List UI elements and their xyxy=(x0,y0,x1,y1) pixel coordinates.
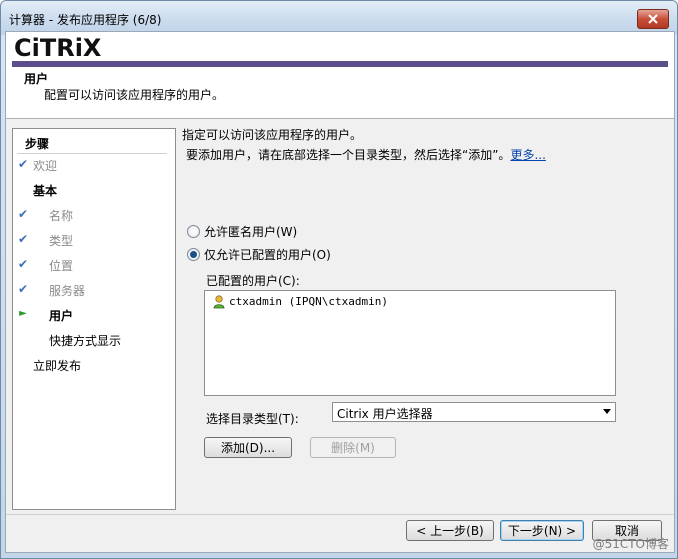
check-icon: ✔ xyxy=(17,157,29,171)
directory-type-label: 选择目录类型(T): xyxy=(206,412,299,426)
user-icon xyxy=(213,295,225,309)
delete-button[interactable]: 删除(M) xyxy=(310,437,396,458)
step-users: 用户 xyxy=(49,309,74,323)
steps-panel: 步骤 ✔ 欢迎 基本 ✔ 名称 ✔ 类型 ✔ 位置 ✔ 服务器 ► 用户 快捷方… xyxy=(12,128,176,510)
list-item[interactable]: ctxadmin (IPQN\ctxadmin) xyxy=(229,295,388,308)
page-title: 用户 xyxy=(24,72,49,86)
step-welcome: 欢迎 xyxy=(33,159,58,173)
watermark: @51CTO博客 xyxy=(592,537,669,551)
check-icon: ✔ xyxy=(17,282,29,296)
chevron-down-icon xyxy=(603,409,611,414)
instruction-text-2: 要添加用户，请在底部选择一个目录类型，然后选择“添加”。更多... xyxy=(186,146,546,163)
allow-anonymous-label[interactable]: 允许匿名用户(W) xyxy=(204,223,297,240)
close-icon xyxy=(648,14,658,24)
title-bar: 计算器 - 发布应用程序 (6/8) xyxy=(1,1,677,35)
allow-anonymous-radio[interactable] xyxy=(187,225,200,238)
wizard-client-area: CiTRiX 用户 配置可以访问该应用程序的用户。 步骤 ✔ 欢迎 基本 ✔ 名… xyxy=(5,31,675,553)
citrix-logo: CiTRiX xyxy=(14,34,102,62)
back-button[interactable]: < 上一步(B) xyxy=(406,520,494,541)
wizard-header: CiTRiX 用户 配置可以访问该应用程序的用户。 xyxy=(6,32,674,119)
configured-users-radio[interactable] xyxy=(187,248,200,261)
check-icon: ✔ xyxy=(17,232,29,246)
more-link[interactable]: 更多... xyxy=(510,148,545,162)
step-shortcut-display: 快捷方式显示 xyxy=(49,334,122,348)
instruction-line: 要添加用户，请在底部选择一个目录类型，然后选择“添加”。 xyxy=(186,148,511,162)
instruction-text: 指定可以访问该应用程序的用户。 xyxy=(182,128,363,142)
current-step-arrow-icon: ► xyxy=(19,308,27,319)
close-button[interactable] xyxy=(637,9,669,29)
check-icon: ✔ xyxy=(17,207,29,221)
steps-title: 步骤 xyxy=(25,137,50,151)
configured-users-list[interactable]: ctxadmin (IPQN\ctxadmin) xyxy=(204,290,616,396)
window-title: 计算器 - 发布应用程序 (6/8) xyxy=(9,13,162,27)
step-servers: 服务器 xyxy=(49,284,86,298)
next-button[interactable]: 下一步(N) > xyxy=(500,520,584,541)
step-name: 名称 xyxy=(49,209,74,223)
directory-type-select[interactable]: Citrix 用户选择器 xyxy=(332,402,616,422)
step-publish-now: 立即发布 xyxy=(33,359,82,373)
directory-type-value: Citrix 用户选择器 xyxy=(337,407,433,421)
add-button[interactable]: 添加(D)... xyxy=(204,437,292,458)
step-basic: 基本 xyxy=(33,184,58,198)
header-accent-bar xyxy=(12,61,668,67)
wizard-window: 计算器 - 发布应用程序 (6/8) CiTRiX 用户 配置可以访问该应用程序… xyxy=(0,0,678,559)
step-location: 位置 xyxy=(49,259,74,273)
steps-divider xyxy=(17,153,167,154)
configured-users-list-label: 已配置的用户(C): xyxy=(206,274,300,288)
step-type: 类型 xyxy=(49,234,74,248)
footer-divider xyxy=(6,514,674,515)
configured-users-label[interactable]: 仅允许已配置的用户(O) xyxy=(204,246,331,263)
check-icon: ✔ xyxy=(17,257,29,271)
page-subtitle: 配置可以访问该应用程序的用户。 xyxy=(44,88,225,102)
